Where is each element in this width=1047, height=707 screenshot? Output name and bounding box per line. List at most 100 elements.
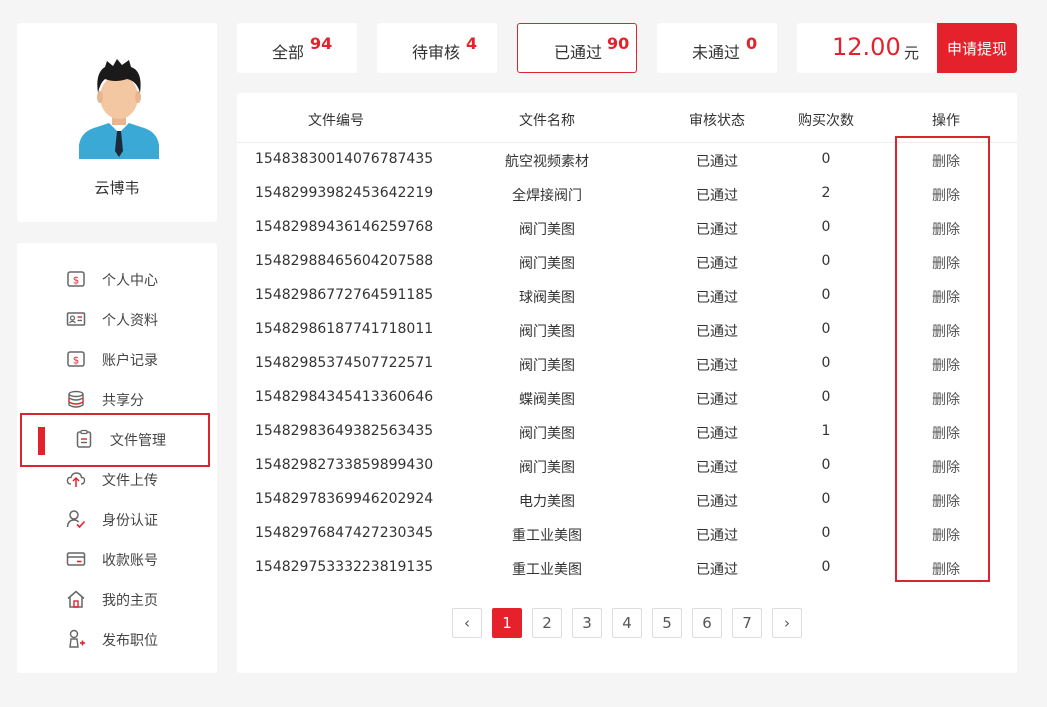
filter-tab-all[interactable]: 全部 94 <box>237 23 357 73</box>
pagination-page-4[interactable]: 4 <box>612 608 642 638</box>
money-icon: $ <box>67 271 85 287</box>
status-cell: 已通过 <box>696 392 738 408</box>
file-name-cell: 阀门美图 <box>519 426 575 442</box>
file-name-cell: 阀门美图 <box>519 358 575 374</box>
purchase-count-cell: 0 <box>821 355 831 371</box>
svg-text:$: $ <box>73 356 79 367</box>
status-cell: 已通过 <box>696 324 738 340</box>
purchase-count-cell: 0 <box>821 321 831 337</box>
purchase-count-cell: 0 <box>821 525 831 541</box>
balance-unit: 元 <box>904 44 920 62</box>
balance-card: 12.00 元 申请提现 <box>797 23 1017 73</box>
file-name-cell: 阀门美图 <box>519 222 575 238</box>
file-id-cell: 15482983649382563435 <box>255 423 434 439</box>
filter-tab-label: 未通过 <box>692 43 741 62</box>
purchase-count-cell: 0 <box>821 457 831 473</box>
home-icon <box>67 590 85 608</box>
pagination-page-6[interactable]: 6 <box>692 608 722 638</box>
sidebar-item-account-records[interactable]: $ 账户记录 <box>17 338 217 378</box>
sidebar-item-share-points[interactable]: 共享分 <box>17 378 217 418</box>
file-id-cell: 15482993982453642219 <box>255 185 434 201</box>
sidebar-item-label: 发布职位 <box>102 633 158 649</box>
file-name-cell: 航空视频素材 <box>505 154 589 170</box>
coins-icon <box>68 390 84 408</box>
file-name-cell: 蝶阀美图 <box>519 392 575 408</box>
column-header-status: 审核状态 <box>689 113 745 129</box>
pagination-page-7[interactable]: 7 <box>732 608 762 638</box>
sidebar-item-file-management[interactable]: 文件管理 <box>17 418 217 458</box>
status-cell: 已通过 <box>696 358 738 374</box>
sidebar-item-label: 个人中心 <box>102 273 158 289</box>
filter-tab-label: 已通过 <box>554 43 603 62</box>
file-name-cell: 阀门美图 <box>519 256 575 272</box>
file-name-cell: 电力美图 <box>519 494 575 510</box>
sidebar-item-my-homepage[interactable]: 我的主页 <box>17 578 217 618</box>
pagination-page-1[interactable]: 1 <box>492 608 522 638</box>
filter-tab-label: 全部 <box>272 43 305 62</box>
filter-tab-count: 94 <box>310 34 333 53</box>
username: 云博韦 <box>94 179 140 197</box>
sidebar-item-personal-info[interactable]: 个人资料 <box>17 298 217 338</box>
actions-column-highlight <box>895 136 990 582</box>
money-icon: $ <box>67 351 85 367</box>
sidebar-item-post-job[interactable]: 发布职位 <box>17 618 217 658</box>
file-id-cell: 15482988465604207588 <box>255 253 434 269</box>
profile-panel: 云博韦 <box>17 23 217 222</box>
sidebar-item-label: 文件管理 <box>110 433 166 449</box>
file-name-cell: 球阀美图 <box>519 290 575 306</box>
status-cell: 已通过 <box>696 222 738 238</box>
purchase-count-cell: 1 <box>821 423 831 439</box>
sidebar-item-identity-verification[interactable]: 身份认证 <box>17 498 217 538</box>
filter-tab-rejected[interactable]: 未通过 0 <box>657 23 777 73</box>
purchase-count-cell: 0 <box>821 151 831 167</box>
sidebar-item-label: 我的主页 <box>102 593 158 609</box>
pagination-page-3[interactable]: 3 <box>572 608 602 638</box>
sidebar-item-label: 账户记录 <box>102 353 158 369</box>
filter-tab-count: 4 <box>466 34 478 53</box>
file-id-cell: 15483830014076787435 <box>255 151 434 167</box>
sidebar-item-file-upload[interactable]: 文件上传 <box>17 458 217 498</box>
balance-amount: 12.00 <box>832 33 901 61</box>
status-cell: 已通过 <box>696 256 738 272</box>
purchase-count-cell: 0 <box>821 253 831 269</box>
filter-tab-approved[interactable]: 已通过 90 <box>517 23 637 73</box>
sidebar-item-label: 收款账号 <box>102 553 158 569</box>
pagination-prev-button[interactable]: ‹ <box>452 608 482 638</box>
status-cell: 已通过 <box>696 188 738 204</box>
id-card-icon <box>66 312 86 326</box>
file-id-cell: 15482986187741718011 <box>255 321 434 337</box>
file-name-cell: 全焊接阀门 <box>512 188 582 204</box>
file-id-cell: 15482976847427230345 <box>255 525 434 541</box>
sidebar-item-label: 个人资料 <box>102 313 158 329</box>
sidebar-item-label: 共享分 <box>102 393 144 409</box>
filter-tab-pending[interactable]: 待审核 4 <box>377 23 497 73</box>
status-cell: 已通过 <box>696 290 738 306</box>
file-name-cell: 阀门美图 <box>519 324 575 340</box>
withdraw-button[interactable]: 申请提现 <box>937 23 1017 73</box>
avatar[interactable] <box>79 59 159 159</box>
file-id-cell: 15482984345413360646 <box>255 389 434 405</box>
cloud-upload-icon <box>66 472 86 487</box>
file-name-cell: 重工业美图 <box>512 562 582 578</box>
purchase-count-cell: 0 <box>821 219 831 235</box>
pagination-next-button[interactable]: › <box>772 608 802 638</box>
sidebar-item-label: 身份认证 <box>102 513 158 529</box>
column-header-actions: 操作 <box>932 113 960 129</box>
file-id-cell: 15482975333223819135 <box>255 559 434 575</box>
purchase-count-cell: 0 <box>821 559 831 575</box>
file-id-cell: 15482982733859899430 <box>255 457 434 473</box>
file-id-cell: 15482986772764591185 <box>255 287 434 303</box>
pagination-page-2[interactable]: 2 <box>532 608 562 638</box>
file-name-cell: 阀门美图 <box>519 460 575 476</box>
column-header-file-name: 文件名称 <box>519 113 575 129</box>
purchase-count-cell: 0 <box>821 389 831 405</box>
pagination-page-5[interactable]: 5 <box>652 608 682 638</box>
sidebar-item-personal-center[interactable]: $ 个人中心 <box>17 258 217 298</box>
sidebar-item-payment-account[interactable]: 收款账号 <box>17 538 217 578</box>
active-indicator <box>38 427 45 455</box>
sidebar-item-label: 文件上传 <box>102 473 158 489</box>
post-job-icon <box>69 629 85 648</box>
file-name-cell: 重工业美图 <box>512 528 582 544</box>
column-header-purchase-count: 购买次数 <box>798 113 854 129</box>
purchase-count-cell: 2 <box>821 185 831 201</box>
